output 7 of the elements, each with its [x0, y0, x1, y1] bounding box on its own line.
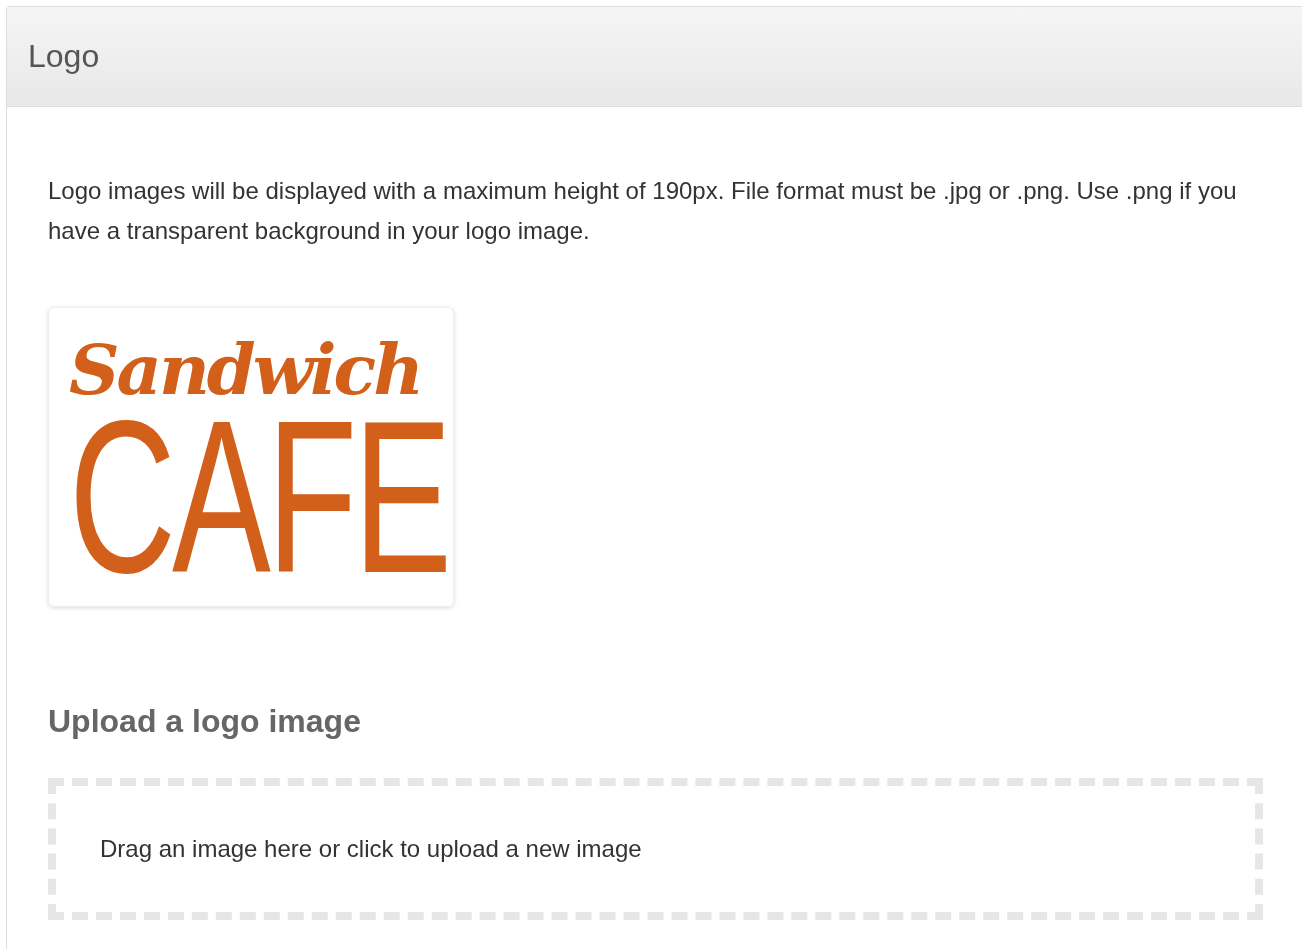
upload-heading: Upload a logo image [48, 703, 361, 740]
logo-block-text: CAFE [69, 412, 449, 582]
dropzone-text: Drag an image here or click to upload a new image [100, 835, 642, 863]
logo-script-text: Sandwich [69, 330, 422, 410]
upload-dropzone[interactable]: Drag an image here or click to upload a new image [48, 778, 1263, 920]
panel-title: Logo [28, 38, 100, 75]
description-text: Logo images will be displayed with a maximum height of 190px. File format must be .jpg or .png. Use .png if you have a transparent background in your logo image. [48, 176, 1238, 246]
